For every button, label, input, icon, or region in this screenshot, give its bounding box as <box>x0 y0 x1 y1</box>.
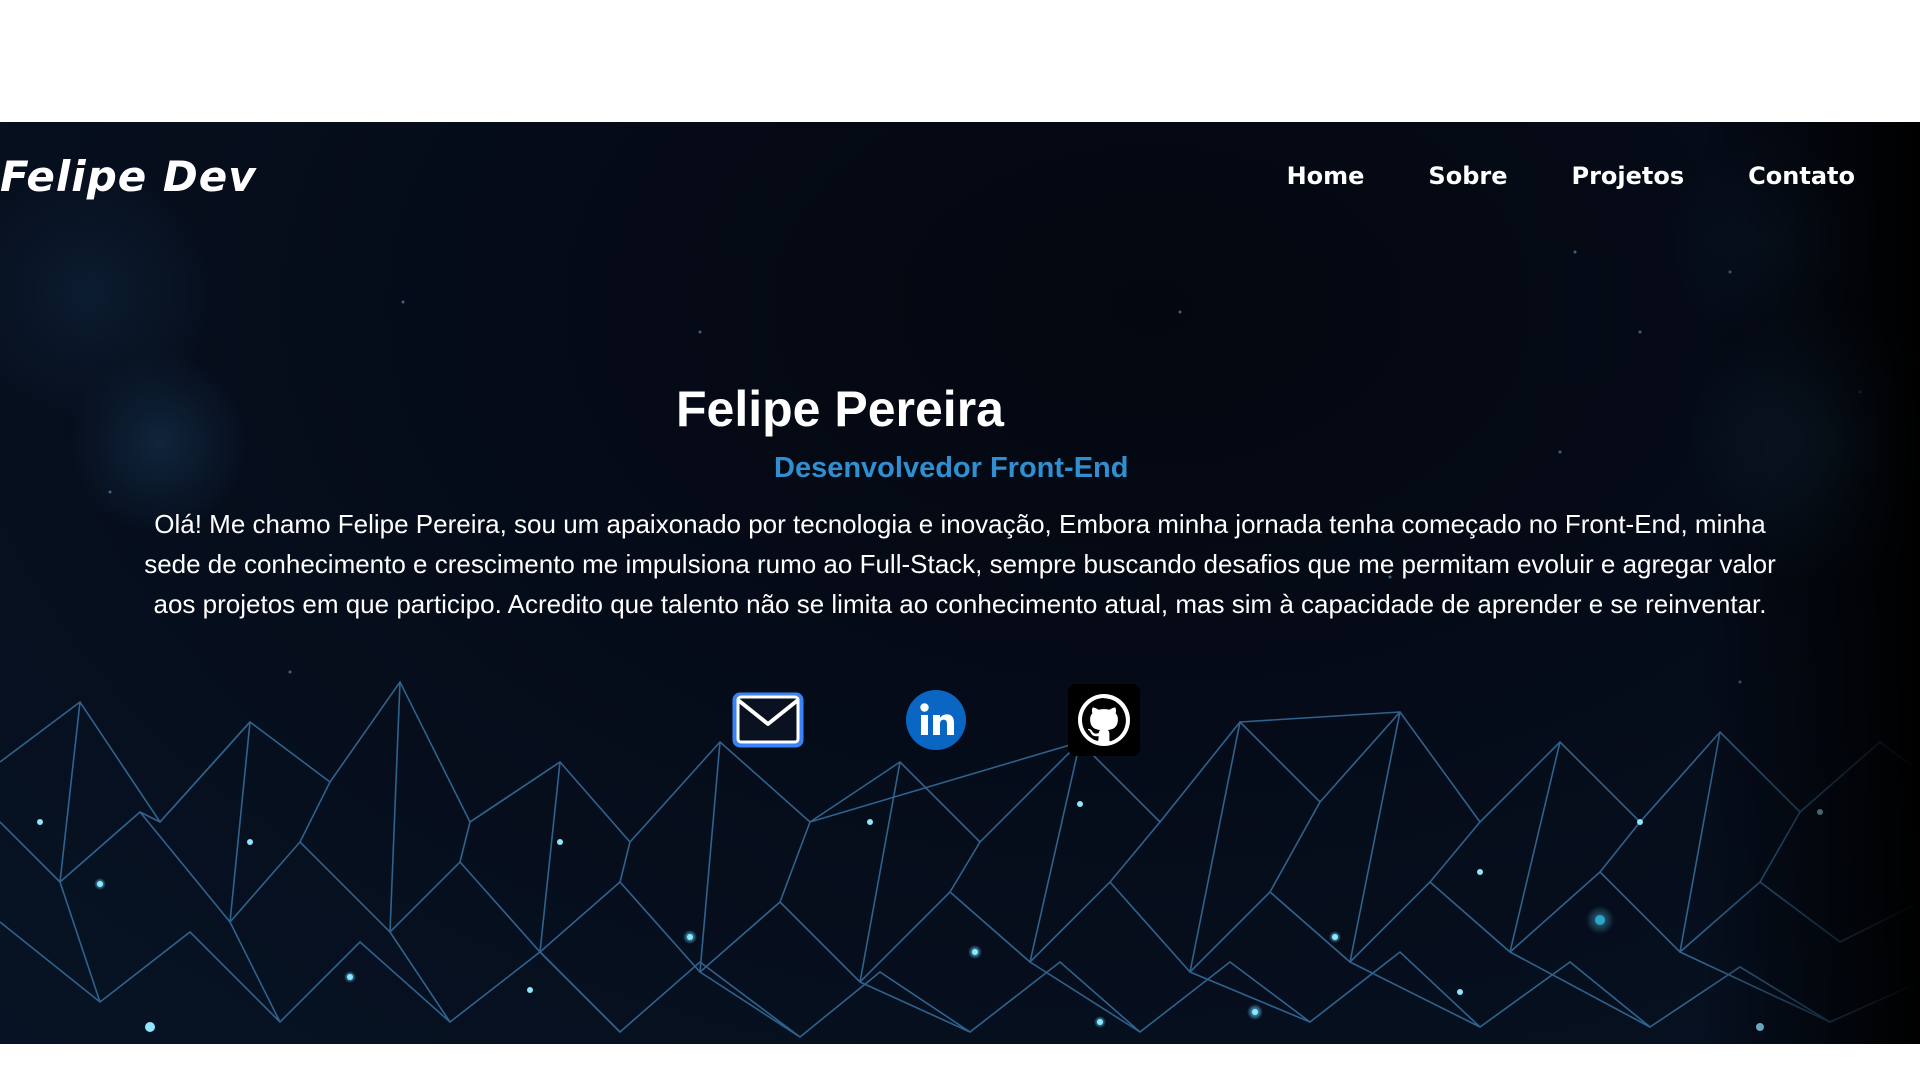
linkedin-link[interactable] <box>898 682 974 758</box>
hero-bio: Olá! Me chamo Felipe Pereira, sou um apa… <box>144 509 1776 619</box>
hero-content: Felipe Pereira Desenvolvedor Front-End O… <box>0 122 1920 1044</box>
github-icon <box>1068 684 1140 756</box>
email-link[interactable] <box>730 682 806 758</box>
email-icon <box>732 692 804 748</box>
linkedin-icon <box>906 690 966 750</box>
hero-name: Felipe Pereira <box>676 381 1004 437</box>
social-links <box>730 682 1150 762</box>
github-link[interactable] <box>1066 682 1142 758</box>
hero-section: Felipe Dev Home Sobre Projetos Contato F… <box>0 122 1920 1044</box>
hero-role: Desenvolvedor Front-End <box>774 452 1129 484</box>
